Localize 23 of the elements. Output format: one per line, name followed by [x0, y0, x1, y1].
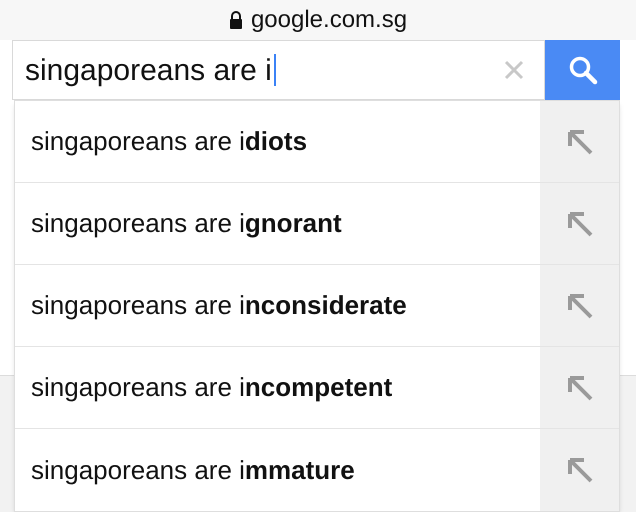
suggestion-item[interactable]: singaporeans are inconsiderate: [15, 265, 540, 346]
arrow-up-left-icon: [566, 456, 594, 484]
url-text: google.com.sg: [250, 5, 408, 35]
fill-query-button[interactable]: [540, 101, 619, 182]
fill-query-button[interactable]: [540, 183, 619, 264]
search-query: singaporeans are i: [25, 52, 272, 88]
search-field[interactable]: singaporeans are i: [12, 40, 545, 100]
address-bar[interactable]: google.com.sg: [0, 0, 636, 40]
arrow-up-left-icon: [566, 292, 594, 320]
arrow-up-left-icon: [566, 128, 594, 156]
text-cursor: [274, 54, 276, 86]
suggestion-item[interactable]: singaporeans are immature: [15, 429, 540, 511]
close-icon: [504, 60, 524, 80]
suggestion-item[interactable]: singaporeans are ignorant: [15, 183, 540, 264]
fill-query-button[interactable]: [540, 265, 619, 346]
suggestion-item[interactable]: singaporeans are idiots: [15, 101, 540, 182]
search-button[interactable]: [545, 40, 620, 100]
suggestion-item[interactable]: singaporeans are incompetent: [15, 347, 540, 428]
search-icon: [568, 55, 598, 85]
arrow-up-left-icon: [566, 374, 594, 402]
fill-query-button[interactable]: [540, 429, 619, 511]
fill-query-button[interactable]: [540, 347, 619, 428]
arrow-up-left-icon: [566, 210, 594, 238]
